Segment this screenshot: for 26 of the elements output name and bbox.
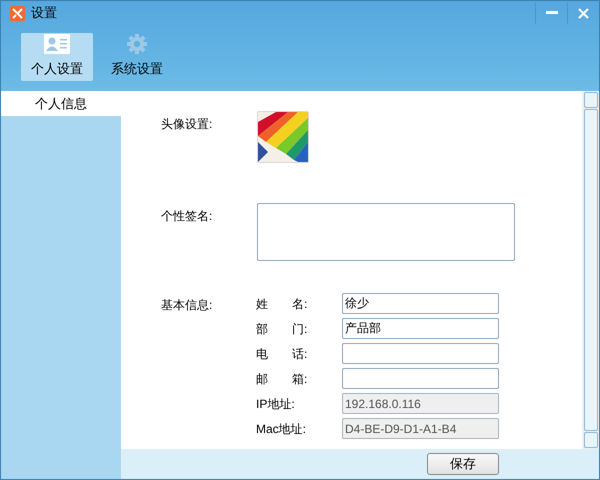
field-label: 邮 箱: [256,370,308,388]
avatar-frame[interactable] [257,111,309,163]
toolbar-tab[interactable]: 系统设置 [101,33,173,81]
scrollbar[interactable] [582,91,599,449]
close-icon [578,8,589,18]
field-label: 部 门: [256,320,308,338]
field-label: Mac地址: [256,420,308,438]
text-field[interactable] [342,368,499,389]
avatar-label: 头像设置: [161,116,214,133]
field-label: 姓 名: [256,296,308,312]
sidebar-item[interactable]: 个人信息 [1,91,121,116]
minimize-icon [546,11,558,15]
app-logo-icon [10,6,25,20]
signature-field[interactable] [257,203,515,261]
contact-card-icon [44,34,70,54]
signature-label: 个性签名: [161,208,214,225]
text-field[interactable]: 产品部 [342,318,499,339]
basic-info-label: 基本信息: [161,297,214,314]
text-field[interactable]: 徐少 [342,293,499,314]
text-field[interactable] [342,343,499,364]
gear-icon [127,34,147,54]
field-label: 电 话: [256,346,308,362]
window-title: 设置 [31,4,57,22]
field-label: IP地址: [256,396,296,412]
save-button[interactable]: 保存 [427,453,499,475]
toolbar-tab[interactable]: 个人设置 [21,33,93,81]
